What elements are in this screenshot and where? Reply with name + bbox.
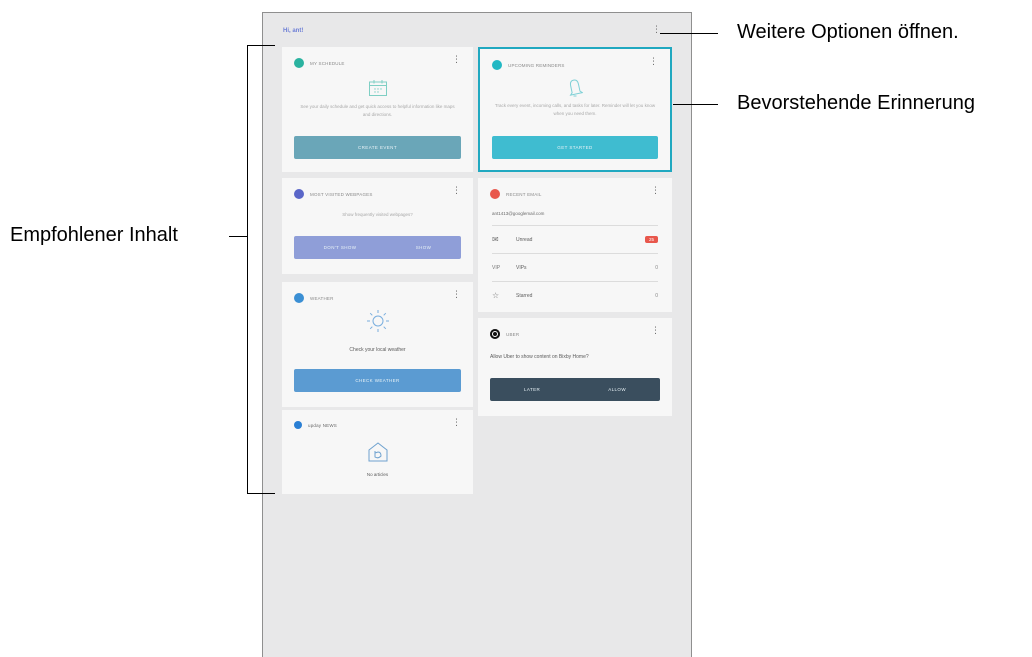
button-label: CREATE EVENT bbox=[358, 145, 397, 150]
button-label: CHECK WEATHER bbox=[355, 378, 400, 383]
card-description: Show frequently visited webpages? bbox=[342, 212, 413, 217]
card-upcoming-reminders[interactable]: UPCOMING REMINDERS ⋮ Track every event, … bbox=[478, 47, 672, 172]
card-description: Allow Uber to show content on Bixby Home… bbox=[490, 354, 589, 360]
email-row-label: VIPs bbox=[516, 264, 527, 271]
card-description: No articles bbox=[366, 472, 389, 477]
greeting-text: Hi, ant! bbox=[283, 28, 304, 34]
card-description: Check your local weather bbox=[349, 347, 406, 353]
tablet-screen: Hi, ant! ⋮ MY SCHEDULE ⋮ See your daily … bbox=[262, 12, 692, 657]
later-button[interactable]: LATER bbox=[524, 387, 540, 392]
uber-button-bar: LATER ALLOW bbox=[490, 378, 660, 401]
envelope-icon: ✉ bbox=[492, 235, 499, 244]
email-row-label: Unread bbox=[516, 236, 533, 243]
card-description: Track every event, incoming calls, and t… bbox=[494, 103, 656, 116]
card-title: upday NEWS bbox=[308, 422, 338, 428]
card-description: See your daily schedule and get quick ac… bbox=[300, 104, 455, 117]
calendar-app-icon bbox=[294, 58, 304, 68]
vip-icon: VIP bbox=[492, 264, 501, 271]
show-button[interactable]: SHOW bbox=[416, 245, 432, 250]
bell-icon bbox=[567, 77, 584, 102]
upday-app-icon bbox=[294, 421, 302, 429]
card-title: MY SCHEDULE bbox=[310, 60, 345, 66]
email-row-vips[interactable]: VIP VIPs 0 bbox=[492, 253, 658, 281]
callout-upcoming-reminder: Bevorstehende Erinnerung bbox=[737, 92, 975, 114]
card-more-icon[interactable]: ⋮ bbox=[452, 290, 461, 299]
create-event-button[interactable]: CREATE EVENT bbox=[294, 136, 461, 159]
callout-line-recommended-content bbox=[229, 236, 247, 237]
sun-icon bbox=[365, 308, 391, 339]
email-row-label: Starred bbox=[516, 292, 533, 299]
email-row-unread[interactable]: ✉ Unread 25 bbox=[492, 225, 658, 253]
card-title: MOST VISITED WEBPAGES bbox=[310, 191, 373, 197]
card-more-icon[interactable]: ⋮ bbox=[651, 326, 660, 335]
check-weather-button[interactable]: CHECK WEATHER bbox=[294, 369, 461, 392]
callout-line-more-options bbox=[660, 33, 718, 34]
email-row-count: 0 bbox=[655, 264, 658, 271]
callout-line-upcoming-reminder bbox=[673, 104, 718, 105]
uber-app-icon bbox=[490, 329, 500, 339]
internet-app-icon bbox=[294, 189, 304, 199]
weather-app-icon bbox=[294, 293, 304, 303]
card-upday-news[interactable]: upday NEWS ⋮ No articles bbox=[282, 410, 473, 494]
callout-bracket bbox=[247, 45, 248, 493]
card-most-visited-webpages[interactable]: MOST VISITED WEBPAGES ⋮ Show frequently … bbox=[282, 178, 473, 274]
card-more-icon[interactable]: ⋮ bbox=[649, 57, 658, 66]
card-more-icon[interactable]: ⋮ bbox=[651, 186, 660, 195]
card-weather[interactable]: WEATHER ⋮ Check your local weather CHECK… bbox=[282, 282, 473, 407]
callout-bracket-top bbox=[247, 45, 275, 46]
card-more-icon[interactable]: ⋮ bbox=[452, 418, 461, 427]
card-my-schedule[interactable]: MY SCHEDULE ⋮ See your daily schedule an… bbox=[282, 47, 473, 172]
card-more-icon[interactable]: ⋮ bbox=[452, 55, 461, 64]
more-options-icon[interactable]: ⋮ bbox=[652, 25, 661, 34]
button-label: GET STARTED bbox=[557, 145, 593, 150]
callout-recommended-content: Empfohlener Inhalt bbox=[10, 224, 178, 246]
allow-button[interactable]: ALLOW bbox=[608, 387, 626, 392]
card-title: UPCOMING REMINDERS bbox=[508, 62, 565, 68]
callout-more-options: Weitere Optionen öffnen. bbox=[737, 21, 959, 43]
email-row-starred[interactable]: ☆ Starred 0 bbox=[492, 281, 658, 309]
calendar-icon bbox=[368, 79, 388, 102]
news-home-icon bbox=[366, 440, 390, 469]
card-more-icon[interactable]: ⋮ bbox=[452, 186, 461, 195]
card-title: UBER bbox=[506, 331, 520, 337]
card-uber[interactable]: UBER ⋮ Allow Uber to show content on Bix… bbox=[478, 318, 672, 416]
get-started-button[interactable]: GET STARTED bbox=[492, 136, 658, 159]
email-row-count: 0 bbox=[655, 292, 658, 299]
reminder-app-icon bbox=[492, 60, 502, 70]
card-recent-email[interactable]: RECENT EMAIL ⋮ ant1413@googlemail.com ✉ … bbox=[478, 178, 672, 312]
webpages-button-bar: DON'T SHOW SHOW bbox=[294, 236, 461, 259]
card-title: RECENT EMAIL bbox=[506, 191, 542, 197]
dont-show-button[interactable]: DON'T SHOW bbox=[324, 245, 357, 250]
unread-count-badge: 25 bbox=[644, 236, 658, 243]
card-title: WEATHER bbox=[310, 295, 334, 301]
email-address: ant1413@googlemail.com bbox=[492, 211, 545, 216]
email-app-icon bbox=[490, 189, 500, 199]
star-icon: ☆ bbox=[492, 291, 500, 300]
callout-bracket-bottom bbox=[247, 493, 275, 494]
